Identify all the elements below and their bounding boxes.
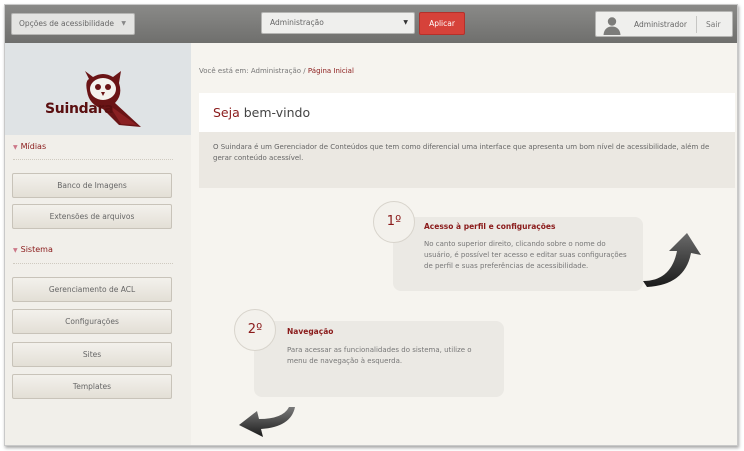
logo[interactable]: Suindara <box>5 43 191 135</box>
step-text: No canto superior direito, clicando sobr… <box>424 240 627 270</box>
user-menu[interactable]: Administrador Sair <box>595 11 733 37</box>
nav-banco-de-imagens[interactable]: Banco de Imagens <box>12 173 172 198</box>
chevron-down-icon: ▼ <box>13 144 18 151</box>
admin-select[interactable]: Administração ▼ <box>261 12 415 34</box>
accessibility-options-select[interactable]: Opções de acessibilidade ▼ <box>11 13 135 35</box>
logo-text: Suindara <box>45 101 114 117</box>
section-title-label: Sistema <box>20 245 53 254</box>
divider <box>13 159 173 160</box>
curved-arrow-up-icon <box>643 233 701 287</box>
step-title: Acesso à perfil e configurações <box>424 222 556 231</box>
nav-extensoes-de-arquivos[interactable]: Extensões de arquivos <box>12 204 172 229</box>
nav-templates[interactable]: Templates <box>12 374 172 399</box>
breadcrumb-current: Página Inicial <box>307 67 354 75</box>
page-title: Seja bem-vindo <box>199 93 735 132</box>
divider <box>13 263 173 264</box>
nav-gerenciamento-de-acl[interactable]: Gerenciamento de ACL <box>12 277 172 302</box>
apply-button[interactable]: Aplicar <box>419 12 465 35</box>
welcome-text: O Suindara é um Gerenciador de Conteúdos… <box>199 132 735 188</box>
chevron-down-icon: ▼ <box>403 19 408 26</box>
section-title-sistema[interactable]: ▼ Sistema <box>13 245 53 254</box>
step-title: Navegação <box>287 327 334 336</box>
user-icon <box>603 17 621 35</box>
user-name-link[interactable]: Administrador <box>634 12 687 37</box>
divider <box>696 16 697 33</box>
nav-configuracoes[interactable]: Configurações <box>12 309 172 334</box>
accessibility-options-label: Opções de acessibilidade <box>19 19 115 28</box>
curved-arrow-left-icon <box>239 407 295 437</box>
app-window: Opções de acessibilidade ▼ Administração… <box>4 4 738 446</box>
chevron-down-icon: ▼ <box>13 247 18 254</box>
breadcrumb-prefix: Você está em: Administração / <box>199 67 308 75</box>
section-title-midias[interactable]: ▼ Mídias <box>13 142 46 151</box>
welcome-panel: Seja bem-vindo O Suindara é um Gerenciad… <box>199 93 735 188</box>
step-text: Para acessar as funcionalidades do siste… <box>287 346 472 365</box>
breadcrumb: Você está em: Administração / Página Ini… <box>199 67 354 75</box>
page-title-rest: bem-vindo <box>239 105 311 120</box>
nav-sites[interactable]: Sites <box>12 342 172 367</box>
section-title-label: Mídias <box>20 142 47 151</box>
page-title-brand: Seja <box>213 105 240 120</box>
chevron-down-icon: ▼ <box>121 20 126 27</box>
sidebar: Suindara ▼ Mídias Banco de Imagens Extens… <box>5 43 191 445</box>
top-bar: Opções de acessibilidade ▼ Administração… <box>5 5 737 43</box>
step-number-badge: 2º <box>234 309 276 351</box>
step-number-badge: 1º <box>373 201 415 243</box>
admin-select-value: Administração <box>270 18 324 27</box>
logout-link[interactable]: Sair <box>706 12 721 37</box>
owl-logo-icon <box>85 71 141 127</box>
